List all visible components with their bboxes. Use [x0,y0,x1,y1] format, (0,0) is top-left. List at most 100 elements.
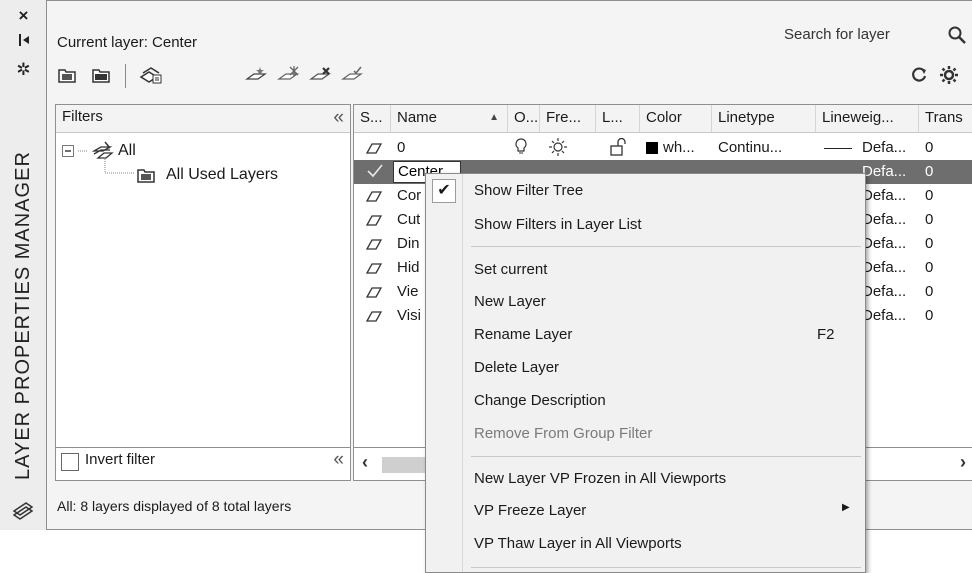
layer-transparency[interactable]: 0 [925,283,933,300]
layer-lineweight[interactable]: Defa... [862,163,906,180]
layer-transparency[interactable]: 0 [925,139,933,156]
column-header-lock[interactable]: L... [596,105,640,133]
layer-name: 0 [397,139,406,156]
menu-item-show-filter-tree[interactable]: Show Filter Tree [463,176,865,206]
new-layer-icon[interactable] [245,65,269,87]
column-header-lineweight[interactable]: Lineweig... [816,105,919,133]
menu-shortcut: F2 [817,326,835,343]
column-header-status[interactable]: S... [354,105,391,133]
collapse-filters-button-bottom[interactable]: « [333,449,343,471]
menu-item-rename-layer[interactable]: Rename Layer F2 [463,320,865,350]
color-swatch[interactable] [646,142,658,154]
layer-color[interactable]: wh... [663,139,695,156]
close-icon[interactable]: × [0,6,47,26]
filter-tree-item-all-used-layers[interactable]: All Used Layers [136,166,278,184]
menu-separator [471,246,861,247]
menu-item-label: VP Thaw Layer in All Viewports [474,535,682,552]
current-layer-label: Current layer: Center [57,34,198,51]
menu-item-change-description[interactable]: Change Description [463,386,865,416]
tree-collapse-icon[interactable] [62,145,74,157]
column-header-on[interactable]: O... [508,105,540,133]
layer-lineweight[interactable]: Defa... [862,307,906,324]
palette-strip: × ✲ LAYER PROPERTIES MANAGER [0,0,47,530]
layer-linetype[interactable]: Continu... [718,139,782,156]
column-header-linetype[interactable]: Linetype [712,105,816,133]
column-header-freeze[interactable]: Fre... [540,105,596,133]
new-property-filter-icon[interactable] [57,65,77,87]
column-header-label: Name [397,109,438,126]
layer-lineweight[interactable]: Defa... [862,211,906,228]
checkmark-icon: ✔ [432,179,456,203]
menu-gutter: ✔ [426,174,463,572]
context-menu: ✔ Show Filter Tree Show Filters in Layer… [425,173,866,573]
layer-lineweight[interactable]: Defa... [862,139,906,156]
layer-lineweight[interactable]: Defa... [862,235,906,252]
layer-name: Cut [397,211,421,228]
layer-transparency[interactable]: 0 [925,259,933,276]
invert-filter-checkbox[interactable] [61,453,79,471]
layer-name: Hid [397,259,420,276]
layer-status-icon [366,285,382,302]
bulb-on-icon[interactable] [514,138,528,160]
layer-transparency[interactable]: 0 [925,307,933,324]
submenu-arrow-icon: ▶ [842,502,850,513]
layer-name: Visi [397,307,421,324]
layer-transparency[interactable]: 0 [925,211,933,228]
set-current-icon[interactable] [341,65,365,87]
layer-states-manager-icon[interactable] [139,65,163,87]
layer-lineweight[interactable]: Defa... [862,283,906,300]
menu-separator [471,567,861,568]
column-header-transparency[interactable]: Trans [919,105,972,133]
menu-item-vp-thaw-layer[interactable]: VP Thaw Layer in All Viewports [463,529,865,559]
filter-used-icon [137,169,155,183]
current-layer-check-icon [366,163,384,183]
scroll-left-arrow[interactable]: ‹ [362,452,368,473]
layer-status-icon [366,213,382,230]
menu-item-remove-from-group-filter: Remove From Group Filter [463,419,865,449]
layer-name: Din [397,235,420,252]
menu-item-new-layer[interactable]: New Layer [463,287,865,317]
layer-transparency[interactable]: 0 [925,235,933,252]
settings-icon[interactable] [938,65,960,87]
layer-status-icon [366,141,382,158]
menu-item-label: Change Description [474,392,606,409]
scroll-right-arrow[interactable]: › [960,452,966,473]
autohide-icon[interactable] [0,32,47,53]
column-header-color[interactable]: Color [640,105,712,133]
layer-transparency[interactable]: 0 [925,187,933,204]
menu-item-label: Remove From Group Filter [474,425,653,442]
new-layer-vp-frozen-icon[interactable] [277,65,301,87]
unlocked-icon[interactable] [610,138,628,160]
menu-item-vp-freeze-layer[interactable]: VP Freeze Layer ▶ [463,496,865,526]
filters-title: Filters [62,108,103,125]
table-row[interactable]: 0 wh... Continu... Defa... 0 [354,136,972,160]
menu-item-label: Rename Layer [474,326,573,343]
toolbar-separator [125,64,126,88]
menu-item-label: VP Freeze Layer [474,502,587,519]
refresh-icon[interactable] [909,65,929,87]
layer-name: Vie [397,283,419,300]
menu-separator [471,456,861,457]
layer-status-icon [366,189,382,206]
search-input[interactable]: Search for layer [784,26,890,43]
new-group-filter-icon[interactable] [91,65,111,87]
properties-icon[interactable]: ✲ [0,60,47,80]
layer-lineweight[interactable]: Defa... [862,187,906,204]
menu-item-set-current[interactable]: Set current [463,255,865,285]
menu-item-label: Show Filters in Layer List [474,216,642,233]
delete-layer-icon[interactable] [309,65,333,87]
column-header-name[interactable]: Name ▲ [391,105,508,133]
menu-item-new-layer-vp-frozen[interactable]: New Layer VP Frozen in All Viewports [463,464,865,494]
layer-status-icon [366,261,382,278]
menu-item-label: Show Filter Tree [474,182,584,199]
menu-item-delete-layer[interactable]: Delete Layer [463,353,865,383]
layer-transparency[interactable]: 0 [925,163,933,180]
layer-lineweight[interactable]: Defa... [862,259,906,276]
layers-icon [12,500,34,522]
menu-item-label: Delete Layer [474,359,560,376]
menu-item-show-filters-in-layer-list[interactable]: Show Filters in Layer List [463,210,865,240]
layer-status-icon [366,237,382,254]
search-icon[interactable] [947,25,967,45]
collapse-filters-button[interactable]: « [333,107,343,129]
sun-thawed-icon[interactable] [548,138,568,160]
